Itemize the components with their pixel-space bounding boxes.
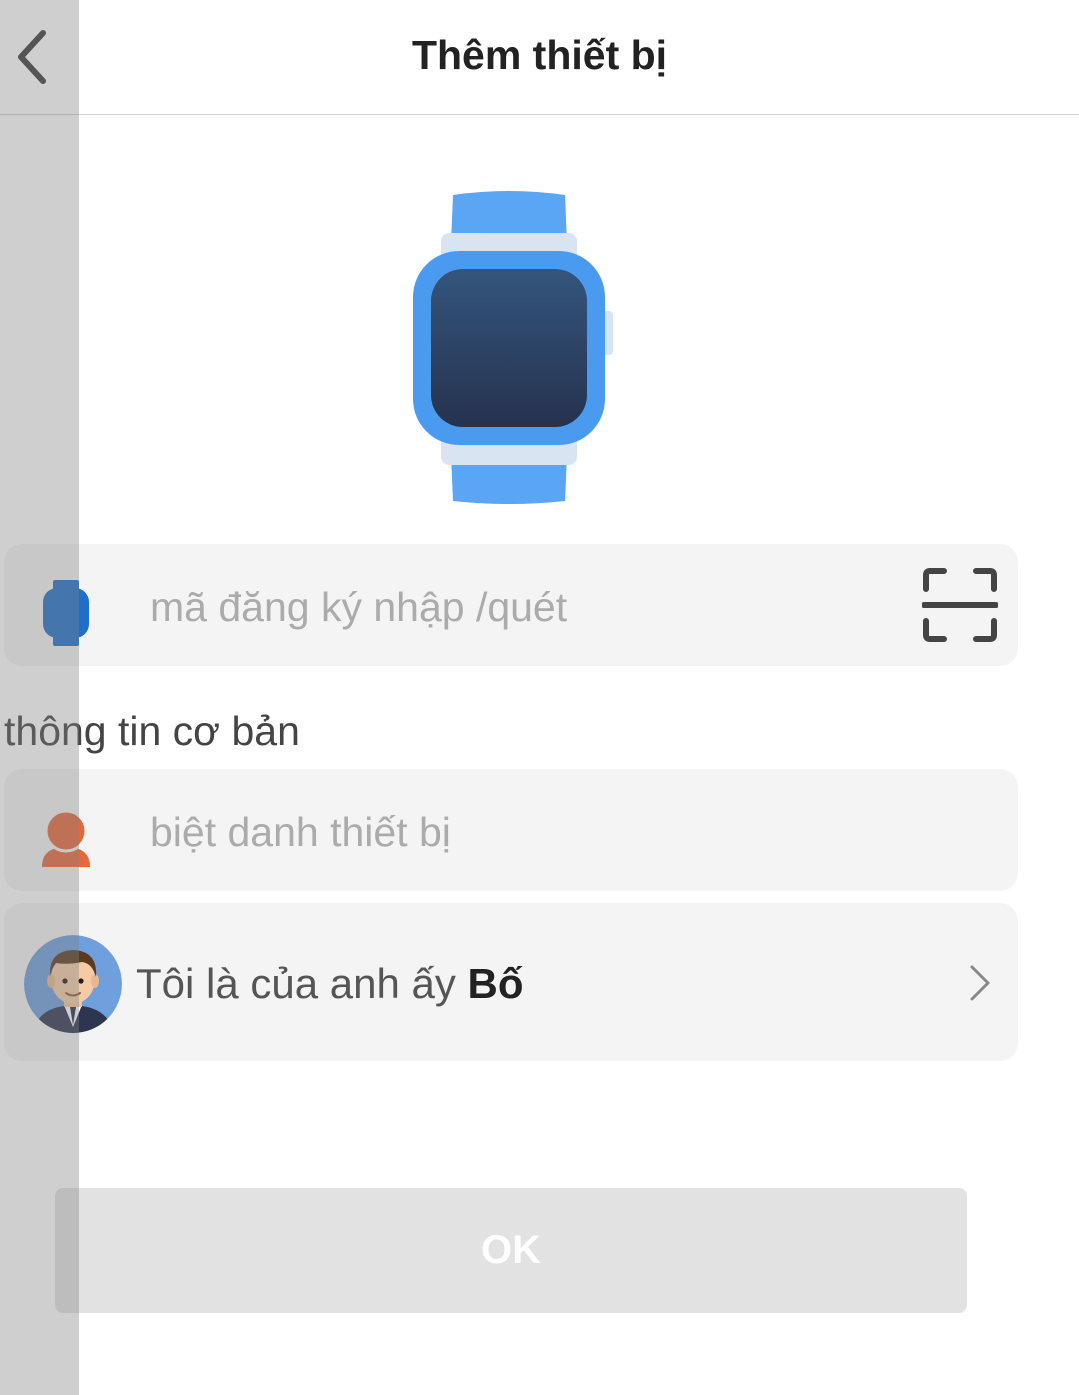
person-icon	[42, 809, 90, 867]
back-button[interactable]	[6, 24, 56, 90]
registration-code-placeholder: mã đăng ký nhập /quét	[150, 584, 568, 630]
relationship-label: Tôi là của anh ấy Bố	[136, 960, 524, 1008]
relationship-prefix: Tôi là của anh ấy	[136, 960, 468, 1007]
father-avatar-icon	[24, 935, 122, 1033]
watch-illustration	[405, 185, 621, 510]
chevron-right-icon	[970, 965, 990, 1001]
scan-icon	[921, 568, 999, 642]
registration-code-field[interactable]: mã đăng ký nhập /quét	[4, 544, 1018, 666]
page-title: Thêm thiết bị	[411, 32, 668, 78]
edge-overlay	[0, 0, 79, 1395]
scan-button[interactable]	[921, 567, 999, 643]
device-nickname-field[interactable]: biệt danh thiết bị	[4, 769, 1018, 891]
chevron-left-icon	[18, 30, 46, 84]
relationship-selector[interactable]: Tôi là của anh ấy Bố	[4, 903, 1018, 1061]
top-bar: Thêm thiết bị	[0, 0, 1079, 115]
section-heading: thông tin cơ bản	[4, 708, 300, 754]
device-nickname-placeholder: biệt danh thiết bị	[150, 809, 451, 855]
relationship-value: Bố	[467, 960, 524, 1007]
watch-icon	[43, 580, 89, 646]
ok-button[interactable]: OK	[55, 1188, 967, 1313]
